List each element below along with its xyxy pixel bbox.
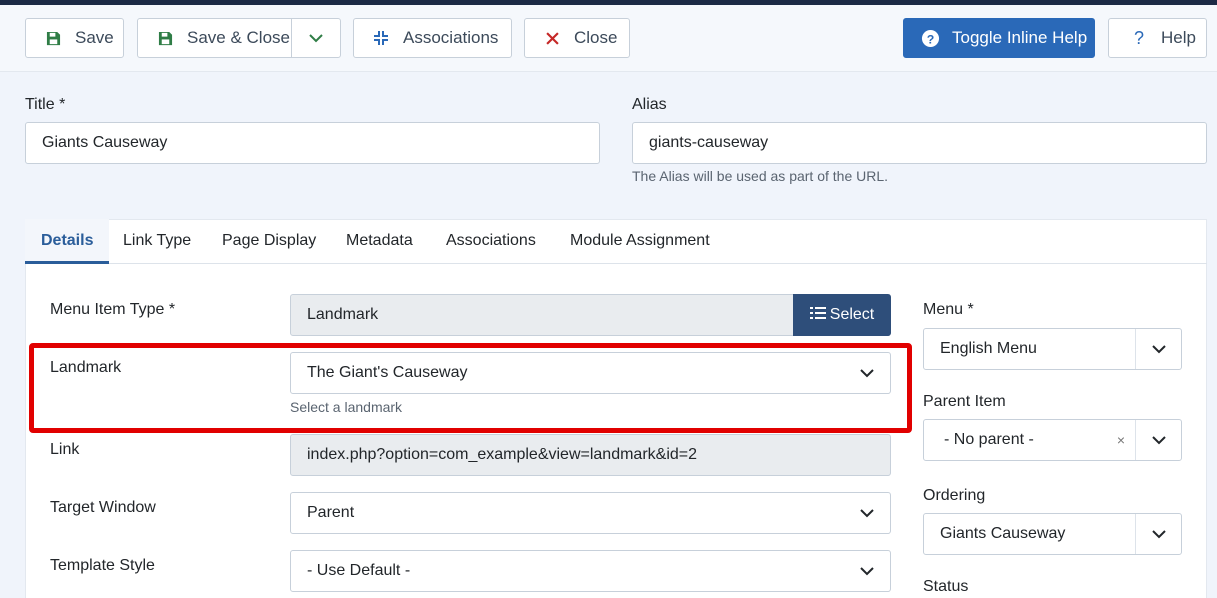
chevron-down-icon <box>844 493 890 533</box>
link-value: index.php?option=com_example&view=landma… <box>307 446 698 463</box>
tab-details[interactable]: Details <box>25 219 110 264</box>
alias-help-text: The Alias will be used as part of the UR… <box>632 168 889 184</box>
close-icon <box>542 31 562 45</box>
template-style-select[interactable]: - Use Default - <box>290 550 891 592</box>
chevron-down-icon <box>1135 329 1181 369</box>
ordering-select[interactable]: Giants Causeway <box>923 513 1182 555</box>
menu-label: Menu * <box>923 301 974 318</box>
toggle-inline-help-button[interactable]: ? Toggle Inline Help <box>903 18 1095 58</box>
close-button[interactable]: Close <box>524 18 630 58</box>
select-button-label: Select <box>829 306 875 323</box>
menu-item-type-label: Menu Item Type * <box>50 301 176 318</box>
target-window-value: Parent <box>307 504 355 521</box>
tab-page-display[interactable]: Page Display <box>222 219 316 264</box>
close-label: Close <box>574 28 618 47</box>
toggle-inline-help-label: Toggle Inline Help <box>952 28 1088 47</box>
help-button[interactable]: ? Help <box>1108 18 1207 58</box>
link-label: Link <box>50 441 80 458</box>
tab-module-assignment[interactable]: Module Assignment <box>570 219 710 264</box>
alias-label: Alias <box>632 96 667 113</box>
list-icon <box>809 306 830 325</box>
title-label: Title * <box>25 96 66 113</box>
associations-icon <box>371 30 391 46</box>
tab-bar: Details Link Type Page Display Metadata … <box>25 219 1207 264</box>
menu-select[interactable]: English Menu <box>923 328 1182 370</box>
target-window-label: Target Window <box>50 499 156 516</box>
chevron-down-icon <box>1135 420 1181 460</box>
link-field: index.php?option=com_example&view=landma… <box>290 434 891 476</box>
associations-label: Associations <box>403 28 499 47</box>
associations-button[interactable]: Associations <box>353 18 512 58</box>
question-circle-icon: ? <box>920 29 940 48</box>
parent-item-label: Parent Item <box>923 393 1006 410</box>
help-label: Help <box>1161 28 1196 47</box>
save-close-button[interactable]: Save & Close <box>137 18 341 58</box>
save-label: Save <box>75 28 114 47</box>
save-icon <box>155 31 175 46</box>
status-label: Status <box>923 578 969 595</box>
template-style-value: - Use Default - <box>307 562 411 579</box>
parent-item-value: - No parent - <box>944 431 1034 448</box>
question-icon: ? <box>1133 27 1144 48</box>
tab-link-type[interactable]: Link Type <box>123 219 191 264</box>
title-input[interactable]: Giants Causeway <box>25 122 600 164</box>
tab-metadata[interactable]: Metadata <box>346 219 413 264</box>
tab-associations[interactable]: Associations <box>446 219 536 264</box>
ordering-value: Giants Causeway <box>940 525 1066 542</box>
save-dropdown-toggle[interactable] <box>291 19 340 57</box>
chevron-down-icon <box>308 28 324 48</box>
template-style-label: Template Style <box>50 557 155 574</box>
menu-value: English Menu <box>940 340 1037 357</box>
toolbar: Save Save & Close Associations Close ? T… <box>0 5 1217 72</box>
save-icon <box>43 31 63 46</box>
target-window-select[interactable]: Parent <box>290 492 891 534</box>
chevron-down-icon <box>844 551 890 591</box>
chevron-down-icon <box>1135 514 1181 554</box>
parent-item-select[interactable]: - No parent - × <box>923 419 1182 461</box>
highlight-box <box>29 343 912 433</box>
ordering-label: Ordering <box>923 487 986 504</box>
svg-text:?: ? <box>926 32 934 46</box>
alias-input[interactable]: giants-causeway <box>632 122 1207 164</box>
save-close-label: Save & Close <box>187 28 290 47</box>
menu-item-type-value: Landmark <box>307 306 379 323</box>
clear-icon[interactable]: × <box>1117 432 1125 448</box>
menu-item-type-field: Landmark <box>290 294 794 336</box>
save-button[interactable]: Save <box>25 18 124 58</box>
select-menu-item-type-button[interactable]: Select <box>793 294 891 336</box>
